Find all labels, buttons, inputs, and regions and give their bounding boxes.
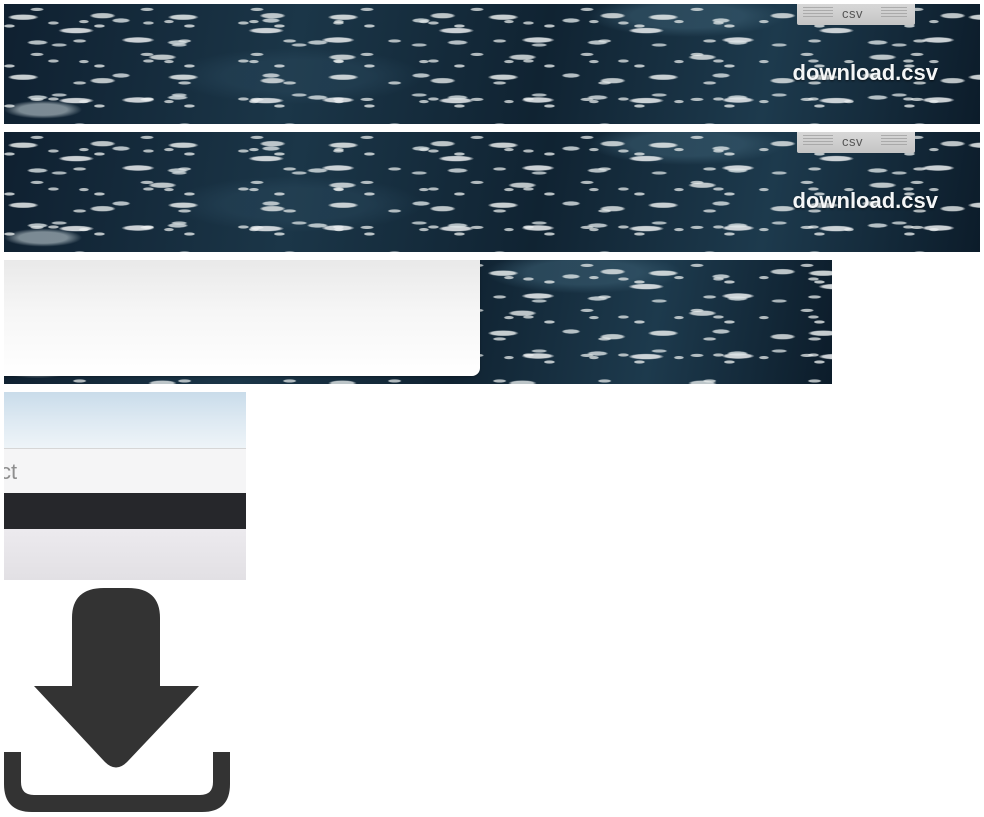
- desktop-wallpaper-crop: [4, 260, 832, 384]
- fragment-dark-bar[interactable]: [4, 493, 246, 529]
- csv-file-tab-icon: csv: [797, 132, 915, 153]
- csv-tab-label: csv: [842, 134, 863, 149]
- dialog-fragment: ct: [4, 392, 246, 580]
- fragment-header: [4, 392, 246, 449]
- tab-text-lines-right: [881, 135, 907, 147]
- download-icon[interactable]: [4, 588, 230, 814]
- download-banner-1[interactable]: csv download.csv: [4, 4, 980, 124]
- dialog-panel: [4, 260, 480, 376]
- fragment-text-row: ct: [4, 449, 246, 493]
- fragment-partial-text: ct: [4, 459, 18, 484]
- download-arrow-shape: [34, 588, 199, 768]
- fragment-bottom-area: [4, 529, 246, 580]
- csv-file-tab-icon: csv: [797, 4, 915, 25]
- download-filename: download.csv: [792, 188, 938, 213]
- csv-tab-label: csv: [842, 6, 863, 21]
- tab-text-lines-left: [803, 135, 833, 147]
- download-banner-2[interactable]: csv download.csv: [4, 132, 980, 252]
- tab-text-lines-left: [803, 7, 833, 19]
- download-filename: download.csv: [792, 60, 938, 85]
- tab-text-lines-right: [881, 7, 907, 19]
